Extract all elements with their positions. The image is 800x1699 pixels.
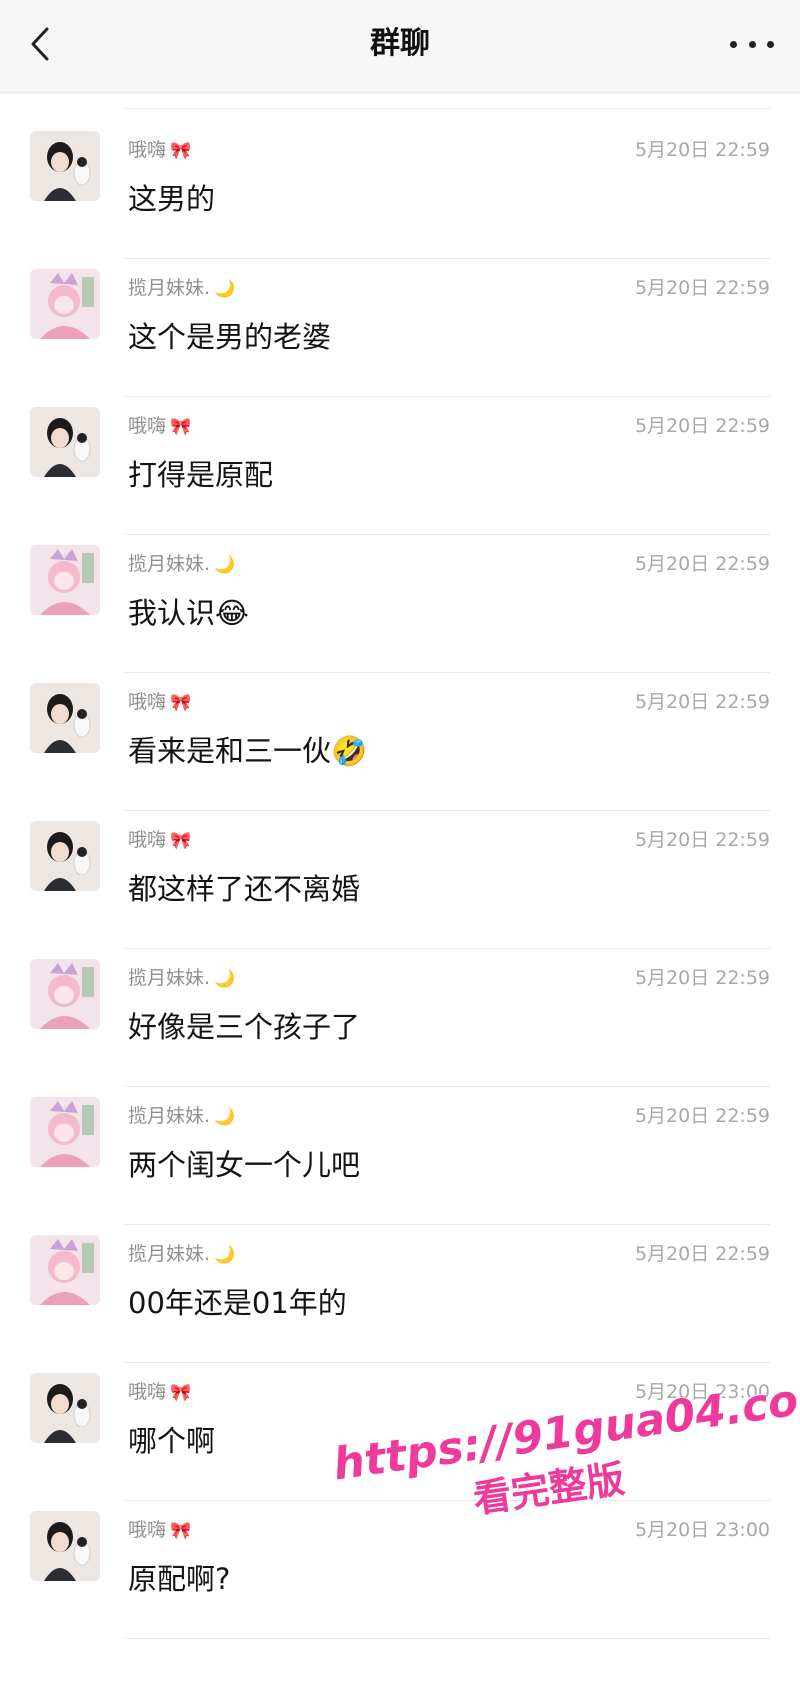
- sender-name[interactable]: 揽月妹妹. 🌙: [128, 551, 235, 578]
- bow-icon: 🎀: [170, 417, 192, 437]
- message-text: 00年还是01年的: [128, 1286, 347, 1320]
- sender-name[interactable]: 哦嗨 🎀: [128, 1379, 191, 1406]
- avatar[interactable]: [30, 959, 100, 1029]
- avatar[interactable]: [30, 407, 100, 477]
- sender-name[interactable]: 揽月妹妹. 🌙: [128, 1103, 235, 1130]
- sender-name[interactable]: 哦嗨 🎀: [128, 827, 191, 854]
- message-item[interactable]: 揽月妹妹. 🌙 5月20日 22:59 我认识😂: [0, 523, 800, 673]
- message-timestamp: 5月20日 22:59: [634, 829, 770, 851]
- message-timestamp: 5月20日 22:59: [634, 553, 770, 575]
- sender-name[interactable]: 揽月妹妹. 🌙: [128, 275, 235, 302]
- bow-icon: 🎀: [170, 831, 192, 851]
- bow-icon: 🎀: [170, 693, 192, 713]
- sender-name[interactable]: 揽月妹妹. 🌙: [128, 1241, 235, 1268]
- moon-icon: 🌙: [214, 279, 236, 299]
- moon-icon: 🌙: [214, 1107, 236, 1127]
- message-item[interactable]: 哦嗨 🎀 5月20日 22:59 都这样了还不离婚: [0, 799, 800, 949]
- page-title: 群聊: [370, 26, 430, 61]
- avatar[interactable]: [30, 1235, 100, 1305]
- sender-name[interactable]: 哦嗨 🎀: [128, 1517, 191, 1544]
- message-text: 两个闺女一个儿吧: [128, 1148, 361, 1182]
- sender-name-text: 揽月妹妹.: [128, 1105, 211, 1127]
- avatar[interactable]: [30, 683, 100, 753]
- message-item[interactable]: 揽月妹妹. 🌙 5月20日 22:59 两个闺女一个儿吧: [0, 1075, 800, 1225]
- sender-name-text: 哦嗨: [128, 139, 167, 161]
- message-item[interactable]: 揽月妹妹. 🌙 5月20日 22:59 好像是三个孩子了: [0, 937, 800, 1087]
- sender-name-text: 哦嗨: [128, 415, 167, 437]
- message-text: 哪个啊: [128, 1424, 216, 1458]
- bow-icon: 🎀: [170, 141, 192, 161]
- message-timestamp: 5月20日 22:59: [634, 277, 770, 299]
- message-text: 原配啊?: [128, 1562, 231, 1596]
- avatar[interactable]: [30, 131, 100, 201]
- message-timestamp: 5月20日 22:59: [634, 1105, 770, 1127]
- more-dots-icon: [730, 40, 737, 48]
- avatar[interactable]: [30, 1373, 100, 1443]
- moon-icon: 🌙: [214, 969, 236, 989]
- more-button[interactable]: [730, 26, 774, 62]
- message-text: 这个是男的老婆: [128, 320, 332, 354]
- sender-name-text: 揽月妹妹.: [128, 1243, 211, 1265]
- message-item[interactable]: 哦嗨 🎀 5月20日 22:59 打得是原配: [0, 385, 800, 535]
- message-text: 这男的: [128, 182, 216, 216]
- message-text: 打得是原配: [128, 458, 274, 492]
- sender-name-text: 哦嗨: [128, 1519, 167, 1541]
- sender-name-text: 哦嗨: [128, 691, 167, 713]
- sender-name[interactable]: 哦嗨 🎀: [128, 689, 191, 716]
- sender-name-text: 哦嗨: [128, 1381, 167, 1403]
- message-timestamp: 5月20日 23:00: [634, 1519, 770, 1541]
- message-text: 都这样了还不离婚: [128, 872, 361, 906]
- sender-name-text: 揽月妹妹.: [128, 277, 211, 299]
- message-timestamp: 5月20日 22:59: [634, 691, 770, 713]
- message-item[interactable]: 揽月妹妹. 🌙 5月20日 22:59 这个是男的老婆: [0, 247, 800, 397]
- bow-icon: 🎀: [170, 1521, 192, 1541]
- message-item[interactable]: 哦嗨 🎀 5月20日 22:59 这男的: [0, 109, 800, 259]
- avatar[interactable]: [30, 1511, 100, 1581]
- message-timestamp: 5月20日 22:59: [634, 967, 770, 989]
- message-text: 我认识😂: [128, 596, 249, 630]
- bow-icon: 🎀: [170, 1383, 192, 1403]
- top-nav-bar: 群聊: [0, 0, 800, 93]
- sender-name[interactable]: 哦嗨 🎀: [128, 413, 191, 440]
- sender-name-text: 揽月妹妹.: [128, 967, 211, 989]
- message-timestamp: 5月20日 22:59: [634, 415, 770, 437]
- message-timestamp: 5月20日 22:59: [634, 139, 770, 161]
- sender-name-text: 揽月妹妹.: [128, 553, 211, 575]
- avatar[interactable]: [30, 269, 100, 339]
- avatar[interactable]: [30, 545, 100, 615]
- message-text: 好像是三个孩子了: [128, 1010, 361, 1044]
- avatar[interactable]: [30, 1097, 100, 1167]
- moon-icon: 🌙: [214, 555, 236, 575]
- message-item[interactable]: 揽月妹妹. 🌙 5月20日 22:59 00年还是01年的: [0, 1213, 800, 1363]
- message-text: 看来是和三一伙🤣: [128, 734, 368, 768]
- avatar[interactable]: [30, 821, 100, 891]
- moon-icon: 🌙: [214, 1245, 236, 1265]
- sender-name[interactable]: 揽月妹妹. 🌙: [128, 965, 235, 992]
- message-timestamp: 5月20日 22:59: [634, 1243, 770, 1265]
- sender-name[interactable]: 哦嗨 🎀: [128, 137, 191, 164]
- message-item[interactable]: 哦嗨 🎀 5月20日 22:59 看来是和三一伙🤣: [0, 661, 800, 811]
- divider: [125, 1638, 770, 1639]
- sender-name-text: 哦嗨: [128, 829, 167, 851]
